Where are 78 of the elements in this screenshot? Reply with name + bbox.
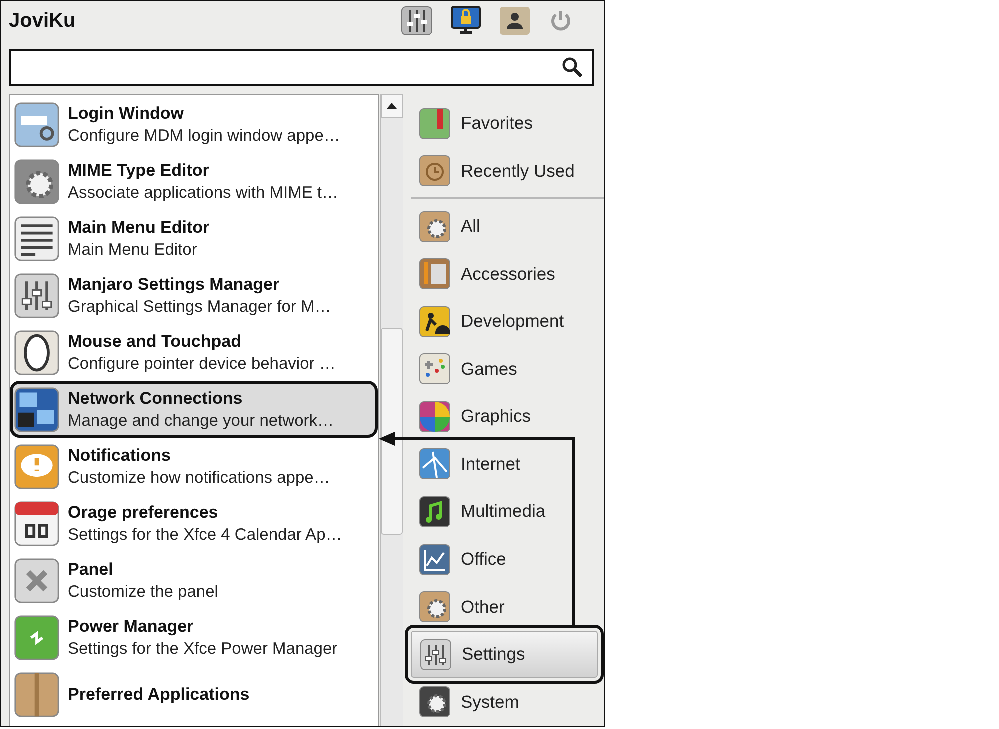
app-item[interactable]: Orage preferences Settings for the Xfce 4 Calendar Ap… [10,495,378,552]
color-wheel-icon [419,400,451,433]
settings-button[interactable] [401,6,433,36]
app-name: Network Connections [68,388,244,408]
app-description: Graphical Settings Manager for M… [68,298,332,316]
app-name: Power Manager [68,616,195,636]
app-item[interactable]: Preferred Applications [10,666,378,723]
category-item[interactable]: Recently Used [411,148,598,196]
category-item[interactable]: System [411,678,598,726]
app-description: Configure MDM login window appe… [68,126,340,146]
app-name: Manjaro Settings Manager [68,274,281,294]
user-icon [499,6,531,36]
box-gear-icon [419,210,451,243]
app-item[interactable]: Panel Customize the panel [10,552,378,609]
app-name: Login Window [68,104,185,124]
category-item[interactable]: Multimedia [411,488,598,536]
computers-icon [14,386,60,432]
up-arrow-icon [387,103,397,109]
worker-icon [419,306,451,338]
folder-bookmark-icon [419,108,451,140]
gear-icon [419,686,451,718]
app-item[interactable]: Mouse and Touchpad Configure pointer device behavior … [10,324,378,381]
category-item[interactable]: Favorites [411,100,598,148]
category-item[interactable]: Graphics [411,393,598,441]
app-description: Associate applications with MIME t… [68,184,339,202]
list-icon [14,216,60,262]
app-description: Settings for the Xfce Power Manager [68,640,338,658]
app-description: Manage and change your network… [68,412,334,430]
battery-icon [14,614,60,660]
scrollbar[interactable] [380,94,403,726]
lock-screen-button[interactable] [450,6,482,36]
category-item[interactable]: Accessories [411,250,598,298]
category-item[interactable]: Games [411,346,598,394]
calendar-icon [14,500,60,546]
app-name: Main Menu Editor [68,218,210,238]
app-description: Main Menu Editor [68,240,198,260]
search-field[interactable] [9,49,594,86]
app-item[interactable]: Network Connections Manage and change your network… [10,381,378,438]
sliders-icon [420,638,452,671]
mouse-icon [14,330,60,376]
speech-bubble-icon [14,444,60,490]
scroll-up-button[interactable] [381,94,403,118]
app-item[interactable]: Notifications Customize how notifications appe… [10,438,378,495]
chart-icon [419,544,451,576]
switch-user-button[interactable] [499,6,531,36]
app-name: Notifications [68,446,172,466]
search-icon [562,56,584,78]
app-item[interactable]: Power Manager Settings for the Xfce Power Manager [10,609,378,666]
app-item[interactable]: MIME Type Editor Associate applications with MIME t… [10,153,378,210]
scrollbar-thumb[interactable] [381,328,403,535]
app-description: Configure pointer device behavior … [68,354,336,374]
app-description: Customize the panel [68,582,218,602]
app-item[interactable]: Manjaro Settings Manager Graphical Settings Manager for M… [10,267,378,324]
app-name: MIME Type Editor [68,160,210,180]
gamepad-icon [419,353,451,386]
app-item[interactable]: Main Menu Editor Main Menu Editor [10,210,378,267]
sliders-icon [14,272,60,318]
app-item[interactable]: Login Window Configure MDM login window appe… [10,96,378,153]
sliders-icon [401,6,433,36]
app-name: Preferred Applications [68,684,250,704]
gear-icon [14,158,60,204]
box-gear-icon [419,591,451,624]
category-item[interactable]: Development [411,298,598,346]
monitor-lock-icon [450,6,482,36]
window-title: JoviKu [9,10,76,32]
app-name: Mouse and Touchpad [68,332,242,352]
category-item[interactable]: Internet [411,440,598,488]
category-item[interactable]: Other [411,583,598,631]
folder-clock-icon [419,155,451,188]
app-description: Customize how notifications appe… [68,468,330,488]
category-item[interactable]: All [411,203,598,251]
app-name: Orage preferences [68,502,220,522]
category-item[interactable]: Office [411,536,598,584]
box-icon [14,672,60,718]
app-name: Panel [68,560,114,580]
calculator-icon [419,258,451,290]
music-note-icon [419,496,451,528]
app-description: Settings for the Xfce 4 Calendar Ap… [68,526,342,544]
